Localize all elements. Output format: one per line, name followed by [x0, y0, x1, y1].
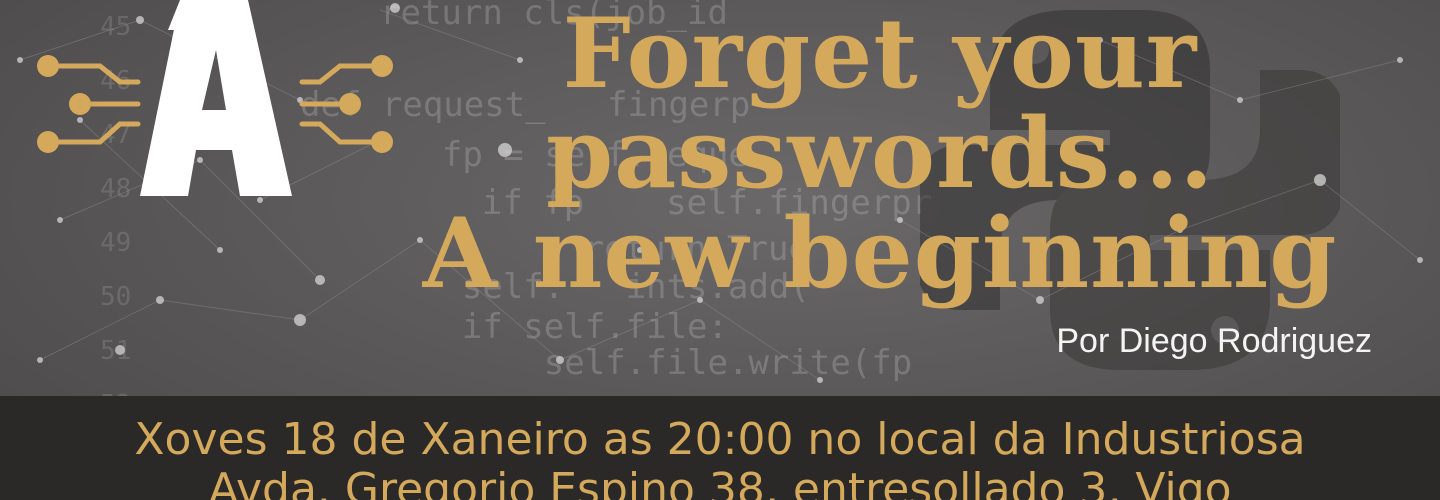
author-byline: Por Diego Rodriguez	[1056, 322, 1372, 360]
code-line: self.file.write(fp	[380, 343, 913, 383]
headline-line-3: A new beginning	[422, 197, 1338, 310]
event-address-line: Avda. Gregorio Espino 38, entresollado 3…	[208, 464, 1232, 500]
code-line-number: 50	[100, 282, 132, 312]
code-line-number: 51	[100, 336, 132, 366]
headline: Forget your passwords... A new beginning	[360, 4, 1400, 304]
event-date-line: Xoves 18 de Xaneiro as 20:00 no local da…	[134, 414, 1306, 465]
logo-a-icon	[37, 0, 393, 196]
event-info-band: Xoves 18 de Xaneiro as 20:00 no local da…	[0, 396, 1440, 500]
headline-line-1: Forget your	[562, 0, 1198, 110]
event-banner: 4546474849505152 return cls(job_id def r…	[0, 0, 1440, 500]
code-line-number: 49	[100, 228, 132, 258]
headline-line-2: passwords...	[545, 97, 1215, 210]
